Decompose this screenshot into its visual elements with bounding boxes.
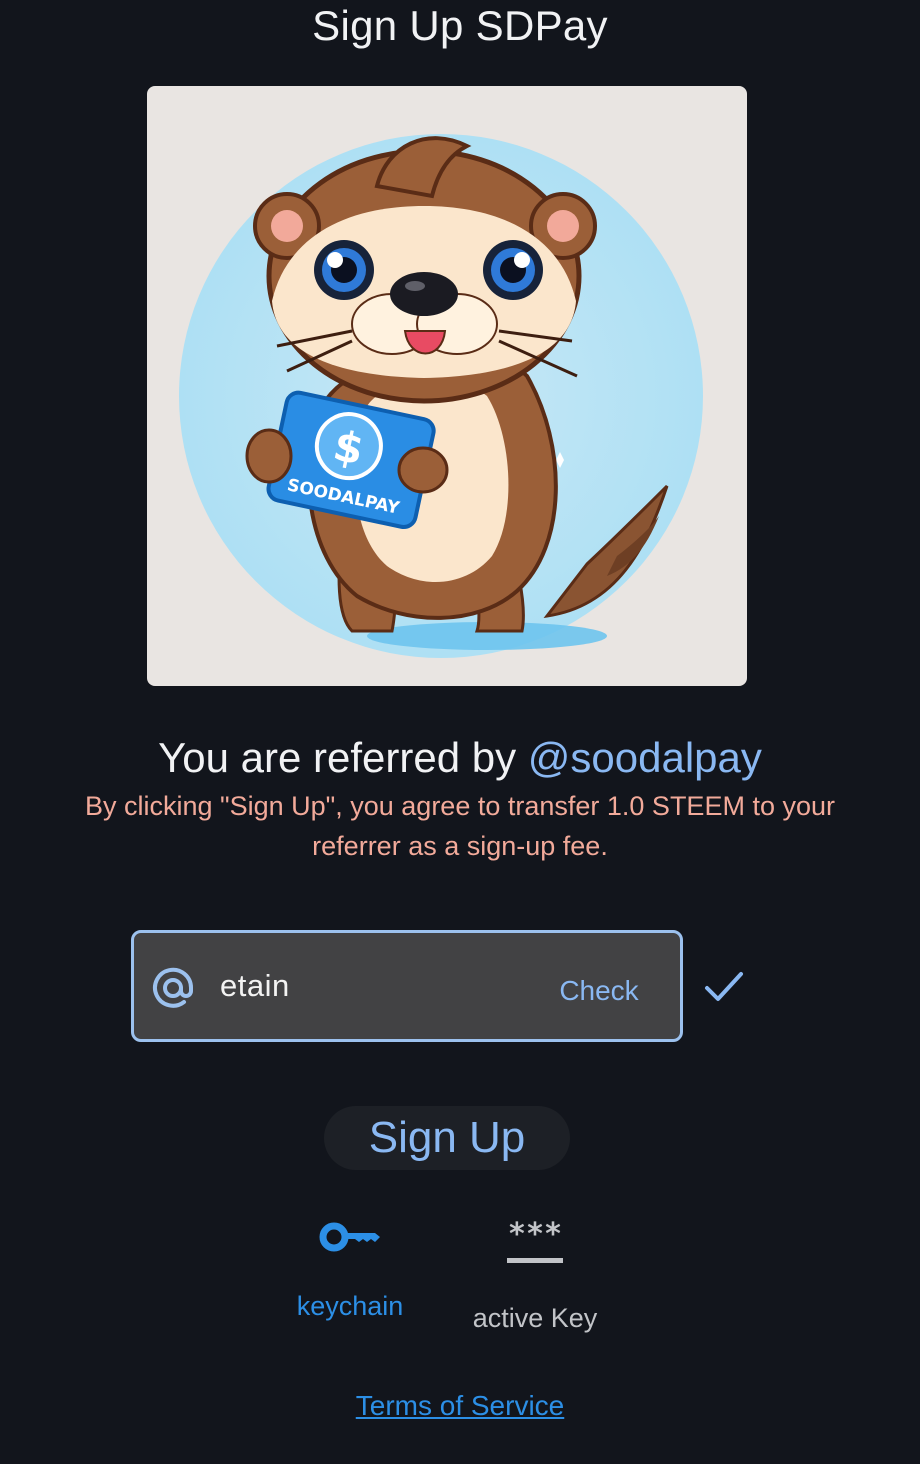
otter-illustration: $ SOODALPAY xyxy=(179,134,703,658)
login-method-keychain[interactable]: keychain xyxy=(280,1220,420,1340)
referral-prefix: You are referred by xyxy=(158,734,528,781)
otter-mascot-image: $ SOODALPAY xyxy=(147,86,747,686)
active-key-label: active Key xyxy=(472,1303,598,1333)
username-field: Check xyxy=(131,930,683,1042)
username-input[interactable] xyxy=(220,963,520,1009)
referral-line: You are referred by @soodalpay xyxy=(0,728,920,788)
fee-notice: By clicking "Sign Up", you agree to tran… xyxy=(84,791,835,861)
terms-footer: Terms of Service xyxy=(0,1388,920,1424)
terms-of-service-link[interactable]: Terms of Service xyxy=(356,1390,565,1421)
at-sign-icon xyxy=(153,967,194,1008)
checkmark-icon xyxy=(705,972,743,1001)
page-title: Sign Up SDPay xyxy=(312,2,608,49)
keychain-label: keychain xyxy=(296,1291,404,1321)
check-username-button[interactable]: Check xyxy=(544,971,654,1011)
svg-text:***: *** xyxy=(508,1220,562,1252)
key-icon xyxy=(319,1222,380,1252)
password-icon: *** xyxy=(507,1220,563,1263)
referrer-username: @soodalpay xyxy=(527,734,762,781)
sign-up-button[interactable]: Sign Up xyxy=(324,1106,570,1170)
login-method-active-key[interactable]: *** active Key xyxy=(455,1220,615,1340)
